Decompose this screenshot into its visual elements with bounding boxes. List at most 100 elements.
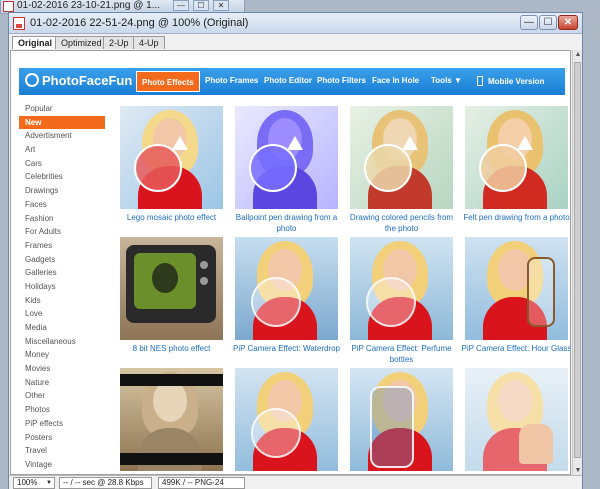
close-icon[interactable]: ✕ xyxy=(213,0,229,11)
category-photos[interactable]: Photos xyxy=(19,403,105,417)
png-file-icon xyxy=(3,1,14,12)
effect-thumbnail xyxy=(235,368,338,471)
effect-caption[interactable]: 8 bit NES photo effect xyxy=(114,343,229,354)
effect-caption[interactable]: Lego mosaic photo effect xyxy=(114,212,229,223)
minimize-button[interactable]: — xyxy=(520,15,538,30)
site-navbar: PhotoFaceFun Photo Effects Photo Frames … xyxy=(19,68,565,95)
nav-photo-editor[interactable]: Photo Editor xyxy=(264,76,312,85)
status-bar: 100% ▼ -- / -- sec @ 28.8 Kbps 499K / -- … xyxy=(9,475,582,489)
tab-4-up[interactable]: 4-Up xyxy=(133,36,165,49)
window-titlebar[interactable]: 01-02-2016 22-51-24.png @ 100% (Original… xyxy=(9,13,582,34)
effect-card[interactable]: PiP Camera Effect Misted xyxy=(465,368,568,474)
effect-card[interactable]: PiP Camera Effect: CD-DVD xyxy=(235,368,338,474)
category-drawings[interactable]: Drawings xyxy=(19,184,105,198)
magnifier-lens xyxy=(134,144,182,192)
minimize-icon[interactable]: — xyxy=(173,0,189,11)
effect-thumbnail xyxy=(350,368,453,471)
effect-card[interactable]: Drawing colored pencils from the photo xyxy=(350,106,453,236)
effect-thumbnail xyxy=(350,106,453,209)
category-money[interactable]: Money xyxy=(19,348,105,362)
category-gadgets[interactable]: Gadgets xyxy=(19,253,105,267)
site-logo-text: PhotoFaceFun xyxy=(42,73,133,88)
zoom-select[interactable]: 100% ▼ xyxy=(13,477,55,489)
category-nature[interactable]: Nature xyxy=(19,376,105,390)
category-pip-effects[interactable]: PiP effects xyxy=(19,417,105,431)
effect-card[interactable]: PiP Camera Effect: Bottle xyxy=(350,368,453,474)
effect-thumbnail xyxy=(465,106,568,209)
tv-knob xyxy=(200,261,208,269)
category-miscellaneous[interactable]: Miscellaneous xyxy=(19,335,105,349)
category-popular[interactable]: Popular xyxy=(19,102,105,116)
effect-card[interactable]: PiP Camera Effect: Perfume bottles xyxy=(350,237,453,367)
effect-card[interactable]: PiP Camera Effect: xyxy=(120,368,223,474)
effect-caption[interactable]: Felt pen drawing from a photo xyxy=(459,212,570,223)
hourglass xyxy=(527,257,555,327)
effect-card[interactable]: 8 bit NES photo effect xyxy=(120,237,223,367)
effect-thumbnail xyxy=(235,106,338,209)
effect-thumbnail xyxy=(350,237,453,340)
close-button[interactable]: ✕ xyxy=(558,15,578,30)
nav-photo-filters[interactable]: Photo Filters xyxy=(317,76,366,85)
png-file-icon xyxy=(13,17,25,30)
nav-tools[interactable]: Tools ▼ xyxy=(431,76,462,85)
file-size-select[interactable]: 499K / -- PNG-24 xyxy=(158,477,245,489)
effect-caption[interactable]: PiP Camera Effect: Hour Glass xyxy=(459,343,570,354)
category-galleries[interactable]: Galleries xyxy=(19,266,105,280)
nav-photo-effects[interactable]: Photo Effects xyxy=(136,71,200,92)
preview-window: 01-02-2016 22-51-24.png @ 100% (Original… xyxy=(8,12,583,489)
category-faces[interactable]: Faces xyxy=(19,198,105,212)
category-travel[interactable]: Travel xyxy=(19,444,105,458)
category-for-adults[interactable]: For Adults xyxy=(19,225,105,239)
glass-object xyxy=(251,277,301,327)
effect-card[interactable]: PiP Camera Effect: Hour Glass xyxy=(462,237,570,367)
category-sidebar: Popular New Advertisment Art Cars Celebrities… xyxy=(19,102,105,472)
download-time: -- / -- sec @ 28.8 Kbps xyxy=(63,478,144,487)
category-movies[interactable]: Movies xyxy=(19,362,105,376)
tab-optimized[interactable]: Optimized xyxy=(55,36,108,49)
effect-caption[interactable]: PiP Camera Effect: Perfume bottles xyxy=(344,343,459,365)
download-time-select[interactable]: -- / -- sec @ 28.8 Kbps xyxy=(59,477,152,489)
effect-caption[interactable]: PiP Camera Effect: Waterdrop xyxy=(229,343,344,354)
maximize-button[interactable]: ☐ xyxy=(539,15,557,30)
maximize-icon[interactable]: ☐ xyxy=(193,0,209,11)
scroll-up-icon[interactable]: ▲ xyxy=(573,50,583,59)
nav-face-in-hole[interactable]: Face In Hole xyxy=(372,76,419,85)
effect-caption[interactable]: Ballpoint pen drawing from a photo xyxy=(229,212,344,234)
film-strip xyxy=(120,453,223,465)
category-kids[interactable]: Kids xyxy=(19,294,105,308)
magnifier-lens xyxy=(364,144,412,192)
vertical-scrollbar[interactable]: ▲ ▼ xyxy=(572,50,582,475)
magnifier-lens xyxy=(479,144,527,192)
nav-mobile-version-label: Mobile Version xyxy=(488,77,545,86)
category-vintage[interactable]: Vintage xyxy=(19,458,105,472)
category-holidays[interactable]: Holidays xyxy=(19,280,105,294)
effect-card[interactable]: Lego mosaic photo effect xyxy=(120,106,223,236)
scrollbar-thumb[interactable] xyxy=(574,62,581,458)
category-other[interactable]: Other xyxy=(19,389,105,403)
film-strip xyxy=(120,374,223,386)
category-posters[interactable]: Posters xyxy=(19,431,105,445)
category-cars[interactable]: Cars xyxy=(19,157,105,171)
nav-mobile-version[interactable]: Mobile Version xyxy=(477,76,544,86)
effect-card[interactable]: Ballpoint pen drawing from a photo xyxy=(235,106,338,236)
scroll-down-icon[interactable]: ▼ xyxy=(573,466,583,475)
category-new[interactable]: New xyxy=(19,115,105,130)
effect-card[interactable]: PiP Camera Effect: Waterdrop xyxy=(233,237,340,367)
category-celebrities[interactable]: Celebrities xyxy=(19,170,105,184)
category-frames[interactable]: Frames xyxy=(19,239,105,253)
tab-original[interactable]: Original xyxy=(12,36,59,49)
file-size: 499K / -- PNG-24 xyxy=(162,478,224,487)
effect-caption[interactable]: Drawing colored pencils from the photo xyxy=(344,212,459,234)
category-advertisment[interactable]: Advertisment xyxy=(19,129,105,143)
tab-2-up[interactable]: 2-Up xyxy=(103,36,135,49)
category-fashion[interactable]: Fashion xyxy=(19,212,105,226)
effect-card[interactable]: Felt pen drawing from a photo xyxy=(463,106,570,236)
category-love[interactable]: Love xyxy=(19,307,105,321)
glass-object xyxy=(366,277,416,327)
face xyxy=(153,380,187,422)
nav-photo-frames[interactable]: Photo Frames xyxy=(205,76,258,85)
category-media[interactable]: Media xyxy=(19,321,105,335)
effect-thumbnail xyxy=(465,237,568,340)
category-art[interactable]: Art xyxy=(19,143,105,157)
site-logo[interactable]: PhotoFaceFun xyxy=(25,73,132,90)
